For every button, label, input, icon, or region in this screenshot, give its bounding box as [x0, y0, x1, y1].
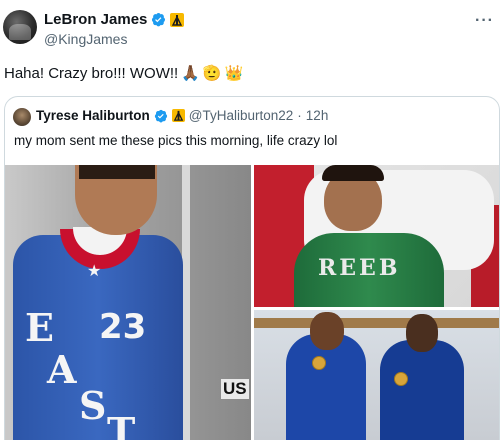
jersey-number: 23	[99, 307, 147, 347]
jersey-text: REEB	[318, 255, 401, 281]
photo-grid: ★ E A S T 23 US REEB	[5, 165, 499, 440]
gold-medal-icon	[312, 356, 326, 370]
tweet-text-row: Haha! Crazy bro!!! WOW!! 🙏🏾 🫡 👑	[4, 65, 243, 82]
verified-badge-icon	[154, 109, 167, 122]
star-icon: ★	[87, 263, 102, 280]
sign-text: US	[221, 379, 249, 399]
author-name-row: LeBron James	[44, 11, 185, 28]
quoted-author-avatar[interactable]	[13, 108, 31, 126]
jersey-letter: E	[25, 305, 54, 350]
photo-kid-east-jersey[interactable]: ★ E A S T 23 US	[5, 165, 251, 440]
gold-medal-icon	[394, 372, 408, 386]
quoted-tweet-text: my mom sent me these pics this morning, …	[14, 133, 338, 148]
player-left-head	[310, 312, 344, 350]
photo-two-players-medals[interactable]	[254, 310, 499, 440]
author-name[interactable]: LeBron James	[44, 11, 147, 28]
photo-kid-green-jersey[interactable]: REEB	[254, 165, 499, 307]
meta-separator: ·	[297, 108, 302, 123]
quoted-tweet[interactable]: Tyrese Haliburton @TyHaliburton22 · 12h …	[4, 96, 500, 440]
jersey-letter: S	[79, 383, 107, 428]
player-right-shape	[380, 340, 464, 440]
quoted-author-name[interactable]: Tyrese Haliburton	[36, 108, 150, 123]
affiliate-badge-icon	[171, 109, 185, 122]
quoted-timestamp[interactable]: 12h	[306, 108, 329, 123]
author-handle[interactable]: @KingJames	[44, 31, 127, 47]
shelf	[254, 318, 499, 328]
player-right-head	[406, 314, 438, 352]
folded-hands-icon: 🙏🏾	[181, 65, 200, 82]
more-options-icon[interactable]: ···	[475, 12, 494, 30]
quoted-author-handle[interactable]: @TyHaliburton22	[189, 108, 294, 123]
affiliate-badge-icon	[170, 12, 185, 27]
quoted-author-row: Tyrese Haliburton @TyHaliburton22 · 12h	[36, 108, 328, 123]
saluting-face-icon: 🫡	[202, 65, 222, 82]
verified-badge-icon	[152, 12, 166, 27]
jersey-letter: T	[107, 409, 136, 440]
background-pole	[182, 165, 190, 440]
author-avatar[interactable]	[3, 10, 37, 44]
jersey-letter: A	[47, 347, 77, 392]
tweet-post: LeBron James @KingJames ··· Haha! Crazy …	[0, 0, 500, 440]
tweet-text: Haha! Crazy bro!!! WOW!!	[4, 65, 179, 82]
crown-icon: 👑	[224, 65, 244, 82]
hair-shape	[322, 165, 384, 181]
hair-shape	[79, 165, 155, 179]
